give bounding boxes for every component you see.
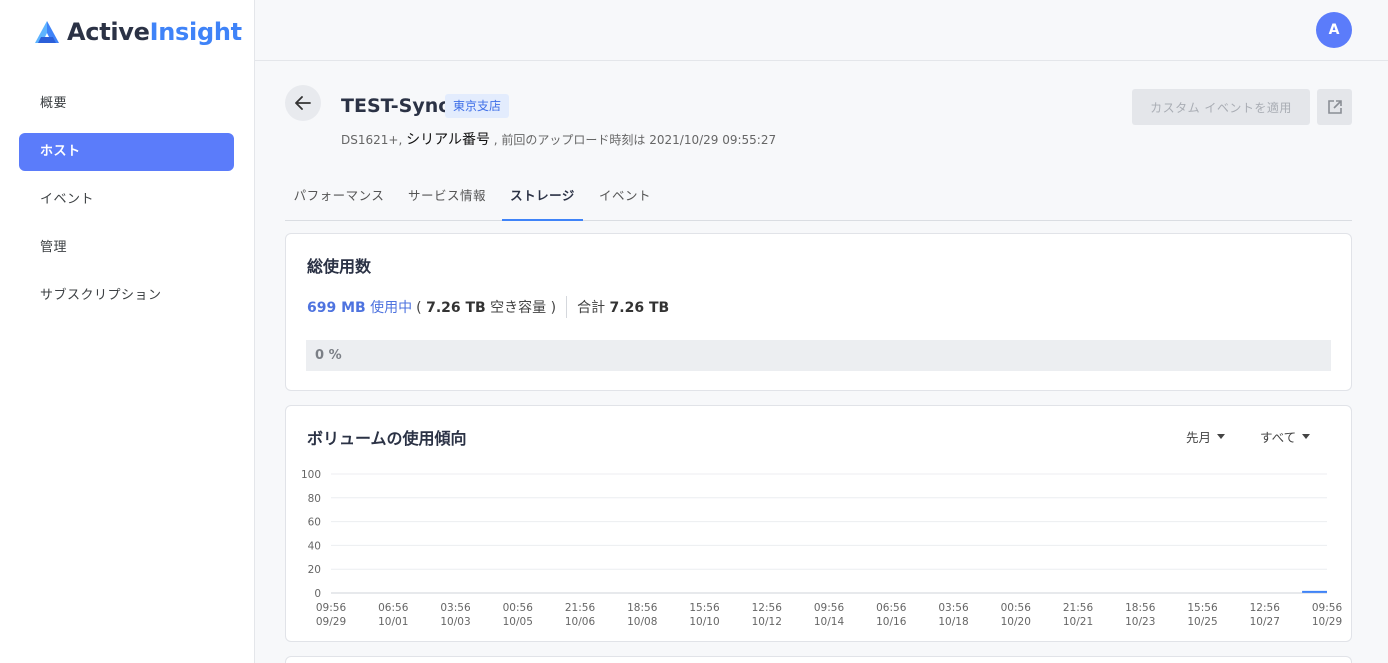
x-tick-label: 10/05 (503, 616, 533, 628)
brand-logo[interactable]: ActiveInsight (33, 16, 242, 48)
apply-custom-event-button[interactable]: カスタム イベントを適用 (1132, 89, 1310, 125)
tab-performance[interactable]: パフォーマンス (293, 173, 385, 221)
host-subtitle: DS1621+, シリアル番号 , 前回のアップロード時刻は 2021/10/2… (341, 129, 776, 149)
x-tick-label: 09:56 (316, 602, 347, 614)
x-tick-label: 10/16 (876, 616, 907, 628)
host-location-tag: 東京支店 (445, 94, 510, 118)
x-tick-label: 10/01 (378, 616, 408, 628)
brand-name: ActiveInsight (67, 18, 242, 46)
x-tick-label: 00:56 (1001, 602, 1032, 614)
back-button[interactable] (285, 85, 321, 121)
x-tick-label: 00:56 (503, 602, 534, 614)
x-tick-label: 10/03 (440, 616, 470, 628)
x-tick-label: 10/18 (938, 616, 968, 628)
free-capacity: ( 7.26 TB 空き容量 ) (416, 300, 557, 316)
x-tick-label: 10/20 (1001, 616, 1031, 628)
volume-trend-card: ボリュームの使用傾向 先月 すべて 0 20 40 60 80 100 09:56 09/29… (285, 405, 1352, 642)
top-header: A (255, 0, 1388, 61)
x-tick-label: 06:56 (876, 602, 907, 614)
x-tick-label: 15:56 (689, 602, 720, 614)
x-tick-label: 10/10 (689, 616, 719, 628)
external-link-button[interactable] (1317, 89, 1352, 125)
host-tabs: パフォーマンス サービス情報 ストレージ イベント (285, 173, 1352, 221)
usage-progress-bar: 0 % (306, 340, 1331, 371)
y-tick-label: 40 (308, 540, 321, 552)
total-usage-card: 総使用数 699 MB 使用中 ( 7.26 TB 空き容量 ) 合計 7.26… (285, 233, 1352, 391)
x-tick-label: 15:56 (1187, 602, 1218, 614)
tab-service-info[interactable]: サービス情報 (405, 173, 489, 221)
x-tick-label: 09:56 (814, 602, 845, 614)
x-tick-label: 21:56 (1063, 602, 1094, 614)
sidebar: ActiveInsight 概要 ホスト イベント 管理 サブスクリプション (0, 0, 255, 663)
y-tick-label: 80 (308, 493, 321, 505)
x-tick-label: 03:56 (440, 602, 471, 614)
x-tick-label: 10/06 (565, 616, 596, 628)
y-tick-label: 100 (301, 469, 321, 481)
x-tick-label: 10/25 (1187, 616, 1217, 628)
y-tick-label: 0 (314, 588, 321, 600)
volume-filter-dropdown[interactable]: すべて (1260, 427, 1311, 446)
x-tick-label: 12:56 (1250, 602, 1281, 614)
last-upload-text: , 前回のアップロード時刻は 2021/10/29 09:55:27 (493, 133, 777, 147)
tab-events[interactable]: イベント (595, 173, 655, 221)
external-link-icon (1327, 100, 1342, 114)
total-usage-title: 総使用数 (307, 257, 372, 276)
used-amount: 699 MB 使用中 (307, 300, 413, 316)
x-tick-label: 12:56 (752, 602, 783, 614)
arrow-left-icon (295, 96, 311, 110)
x-tick-label: 10/08 (627, 616, 657, 628)
period-dropdown[interactable]: 先月 (1186, 427, 1226, 446)
x-tick-label: 10/29 (1312, 616, 1342, 628)
usage-divider (566, 296, 568, 318)
volume-trend-title: ボリュームの使用傾向 (307, 429, 467, 448)
period-dropdown-value: 先月 (1186, 430, 1212, 445)
x-tick-label: 10/27 (1250, 616, 1280, 628)
x-tick-label: 09/29 (316, 616, 346, 628)
sidebar-item-subscription[interactable]: サブスクリプション (19, 277, 234, 315)
y-tick-label: 20 (308, 564, 321, 576)
x-tick-label: 10/21 (1063, 616, 1093, 628)
x-tick-label: 18:56 (1125, 602, 1156, 614)
user-avatar[interactable]: A (1316, 12, 1352, 48)
usage-percent-label: 0 % (315, 348, 342, 363)
activeinsight-logo-icon (35, 21, 59, 43)
x-tick-label: 21:56 (565, 602, 596, 614)
x-tick-label: 03:56 (938, 602, 969, 614)
sidebar-item-management[interactable]: 管理 (19, 229, 234, 267)
host-name: TEST-Syno (341, 95, 452, 117)
sidebar-nav: 概要 ホスト イベント 管理 サブスクリプション (19, 85, 234, 325)
x-tick-label: 10/14 (814, 616, 845, 628)
usage-summary: 699 MB 使用中 ( 7.26 TB 空き容量 ) 合計 7.26 TB (307, 296, 669, 318)
x-tick-label: 18:56 (627, 602, 658, 614)
x-tick-label: 06:56 (378, 602, 409, 614)
sidebar-item-overview[interactable]: 概要 (19, 85, 234, 123)
x-tick-label: 10/23 (1125, 616, 1155, 628)
host-model: DS1621+, (341, 133, 403, 147)
tab-storage[interactable]: ストレージ (502, 173, 583, 221)
caret-down-icon (1302, 434, 1311, 439)
x-tick-label: 10/12 (752, 616, 782, 628)
sidebar-item-hosts[interactable]: ホスト (19, 133, 234, 171)
sidebar-item-events[interactable]: イベント (19, 181, 234, 219)
x-tick-label: 09:56 (1312, 602, 1343, 614)
caret-down-icon (1217, 434, 1226, 439)
volume-trend-chart: 0 20 40 60 80 100 09:56 09/29 06:56 10/01 03:56 10/… (301, 469, 1343, 628)
volume-filter-value: すべて (1260, 430, 1297, 445)
total-capacity: 合計 7.26 TB (577, 300, 670, 316)
serial-number-label: シリアル番号 (406, 132, 490, 148)
y-tick-label: 60 (308, 517, 321, 529)
next-card (285, 656, 1352, 663)
